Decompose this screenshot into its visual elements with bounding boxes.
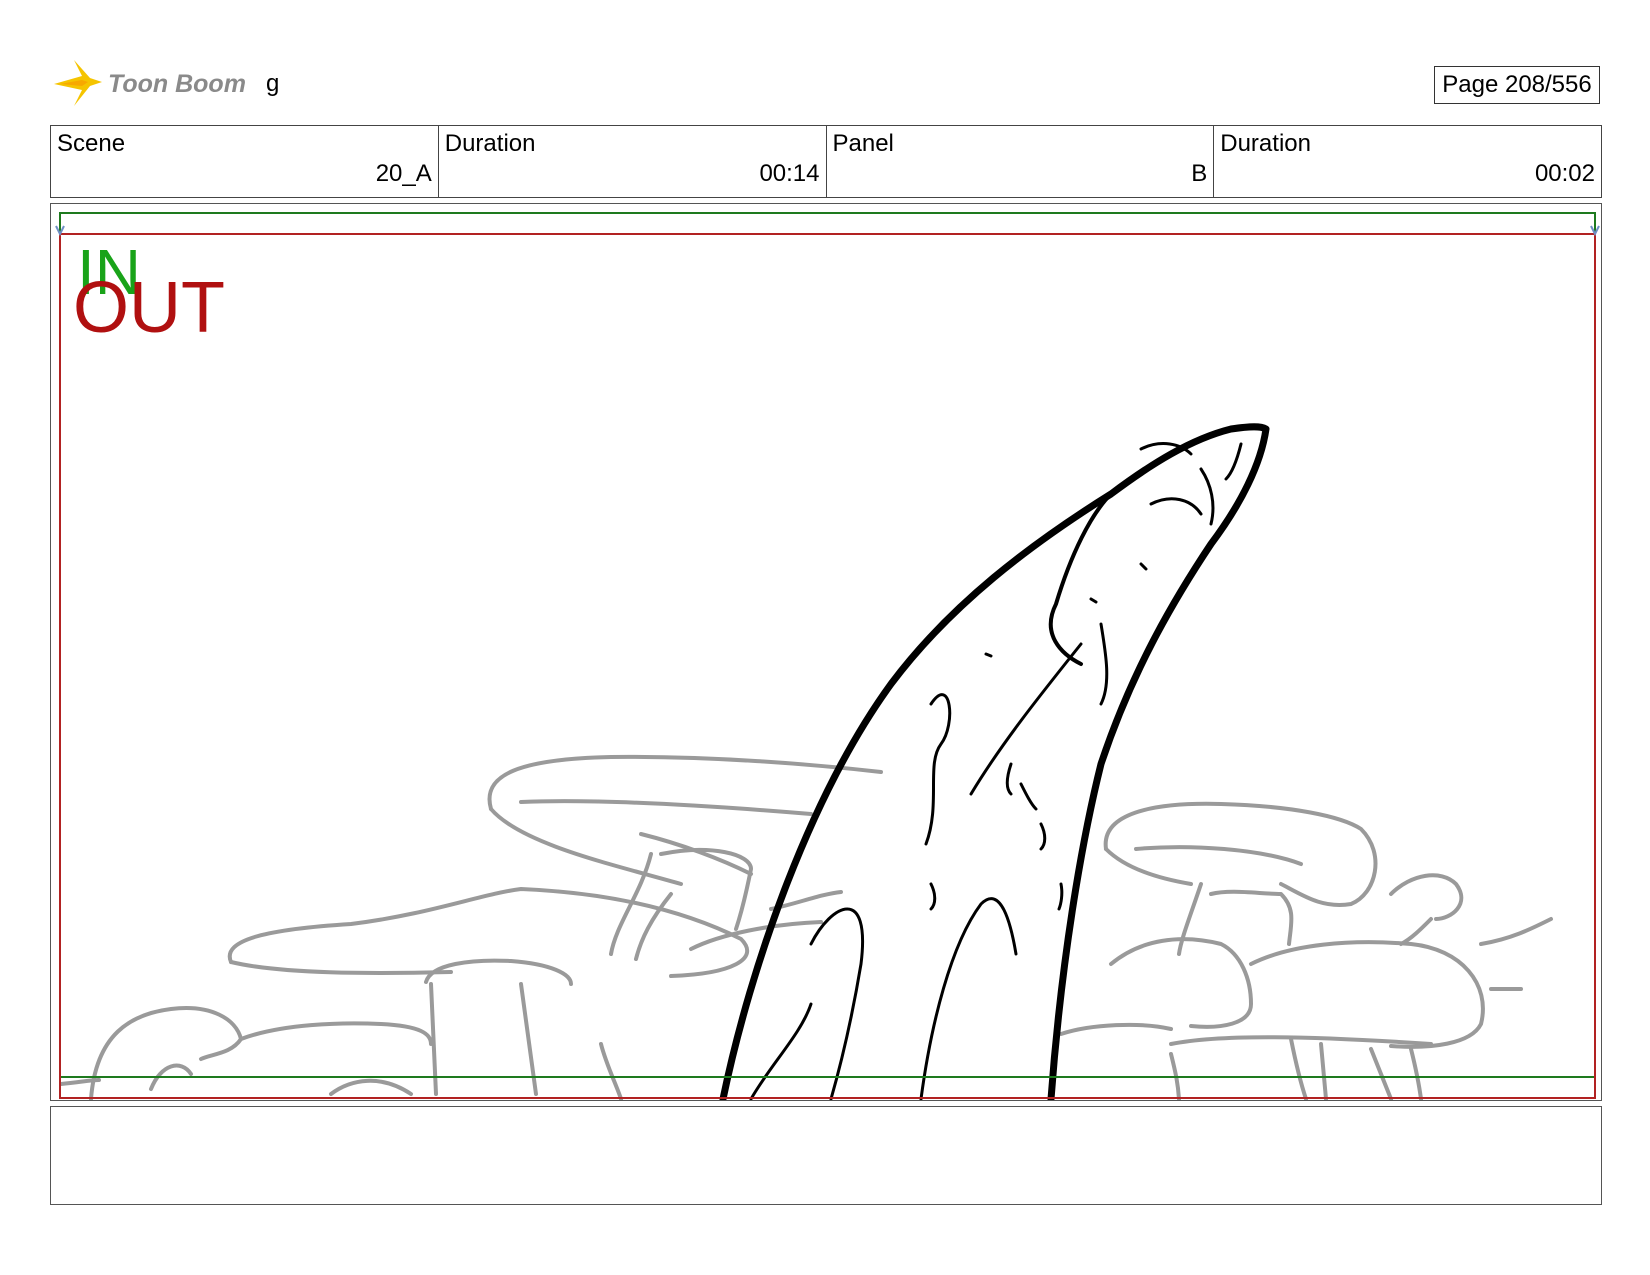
scene-cell: Scene 20_A (51, 126, 439, 197)
mushroom-sketch (59, 754, 1553, 1100)
panel-label: Panel (832, 130, 894, 157)
panel-cell: Panel B (827, 126, 1215, 197)
page-indicator: Page 208/556 (1434, 66, 1600, 104)
panel-duration-cell: Duration 00:02 (1214, 126, 1601, 197)
logo-wordmark: Toon Boom (108, 70, 246, 98)
scene-duration-value: 00:14 (759, 160, 820, 187)
scene-label: Scene (57, 130, 126, 157)
out-label: OUT (73, 268, 225, 348)
in-frame-guide (59, 212, 1596, 1078)
caption-area (50, 1106, 1602, 1205)
scene-duration-label: Duration (444, 130, 536, 157)
storyboard-panel: IN OUT (50, 203, 1602, 1101)
project-name: g (266, 70, 280, 97)
panel-duration-label: Duration (1220, 130, 1311, 157)
scene-value: 20_A (375, 160, 432, 187)
panel-info-table: Scene 20_A Duration 00:14 Panel B Durati… (50, 125, 1602, 198)
toon-boom-logo: Toon Boom (52, 56, 252, 112)
panel-duration-value: 00:02 (1534, 160, 1595, 187)
scene-duration-cell: Duration 00:14 (439, 126, 827, 197)
panel-value: B (1191, 160, 1208, 187)
panel-drawing: IN OUT (55, 212, 1600, 1100)
starburst-icon (54, 60, 102, 106)
